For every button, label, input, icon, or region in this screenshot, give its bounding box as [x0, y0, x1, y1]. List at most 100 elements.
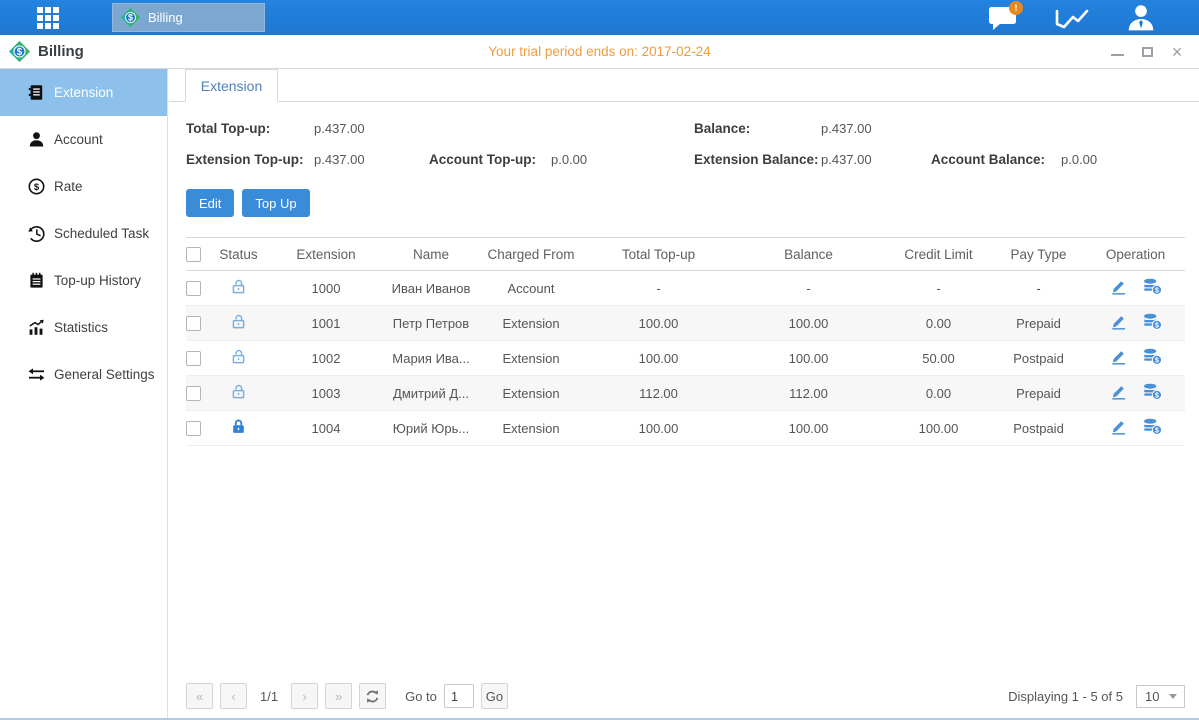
edit-row-button[interactable]: [1110, 383, 1127, 400]
page-indicator: 1/1: [254, 689, 284, 704]
edit-row-button[interactable]: [1110, 278, 1127, 295]
table-row[interactable]: 1003 Дмитрий Д... Extension 112.00 112.0…: [186, 376, 1185, 411]
status-lock-icon: [230, 383, 247, 400]
col-total-topup: Total Top-up: [586, 238, 731, 271]
pencil-icon: [1110, 348, 1127, 365]
sidebar-item-label: Statistics: [54, 320, 108, 335]
refresh-icon: [365, 689, 380, 704]
main-content: Extension Total Top-up: p.437.00 Balance…: [169, 69, 1199, 718]
sidebar-item-statistics[interactable]: Statistics: [0, 304, 167, 351]
topup-row-button[interactable]: $: [1143, 418, 1162, 435]
refresh-button[interactable]: [359, 683, 386, 709]
next-page-button[interactable]: ›: [291, 683, 318, 709]
topup-row-button[interactable]: $: [1143, 313, 1162, 330]
total-topup-cell: 100.00: [586, 411, 731, 446]
messages-icon[interactable]: !: [985, 4, 1021, 32]
col-operation: Operation: [1086, 238, 1185, 271]
topup-row-button[interactable]: $: [1143, 348, 1162, 365]
account-balance-value: p.0.00: [1061, 144, 1185, 175]
table-row[interactable]: 1002 Мария Ива... Extension 100.00 100.0…: [186, 341, 1185, 376]
tab-strip: Extension: [169, 69, 1199, 102]
taskbar-tab-billing[interactable]: $ Billing: [112, 3, 265, 32]
unlocked-icon: [230, 313, 247, 330]
prev-page-button[interactable]: ‹: [220, 683, 247, 709]
topup-row-button[interactable]: $: [1143, 383, 1162, 400]
extension-icon: [28, 84, 45, 101]
edit-row-button[interactable]: [1110, 348, 1127, 365]
balance-cell: 100.00: [731, 411, 886, 446]
svg-text:$: $: [1155, 427, 1159, 434]
table-row[interactable]: 1004 Юрий Юрь... Extension 100.00 100.00…: [186, 411, 1185, 446]
sidebar-item-topup-history[interactable]: Top-up History: [0, 257, 167, 304]
top-up-button[interactable]: Top Up: [242, 189, 309, 217]
extension-cell: 1004: [266, 411, 386, 446]
charged-from-cell: Extension: [476, 341, 586, 376]
coins-icon: $: [1143, 383, 1162, 400]
row-checkbox[interactable]: [186, 421, 201, 436]
person-icon: [1127, 4, 1155, 31]
monitor-chart-icon[interactable]: [1054, 4, 1090, 32]
apps-grid-icon[interactable]: [37, 7, 59, 29]
row-checkbox[interactable]: [186, 281, 201, 296]
balance-cell: 100.00: [731, 306, 886, 341]
billing-diamond-icon: $: [120, 7, 141, 28]
first-page-button[interactable]: «: [186, 683, 213, 709]
balance-label: Balance:: [694, 113, 821, 144]
status-lock-icon: [230, 348, 247, 365]
maximize-button[interactable]: [1139, 44, 1155, 60]
pay-type-cell: Prepaid: [991, 376, 1086, 411]
select-all-checkbox[interactable]: [186, 247, 201, 262]
sidebar: Extension Account $ Rate Scheduled Task: [0, 69, 168, 718]
edit-row-button[interactable]: [1110, 313, 1127, 330]
sidebar-item-general-settings[interactable]: General Settings: [0, 351, 167, 398]
credit-limit-cell: 0.00: [886, 306, 991, 341]
sidebar-item-label: General Settings: [54, 367, 155, 382]
page-size-value: 10: [1145, 689, 1159, 704]
pencil-icon: [1110, 383, 1127, 400]
extension-topup-value: p.437.00: [314, 144, 429, 175]
name-cell: Юрий Юрь...: [386, 411, 476, 446]
edit-row-button[interactable]: [1110, 418, 1127, 435]
charged-from-cell: Extension: [476, 376, 586, 411]
locked-icon: [230, 418, 247, 435]
topup-row-button[interactable]: $: [1143, 278, 1162, 295]
total-topup-value: p.437.00: [314, 113, 429, 144]
sidebar-item-extension[interactable]: Extension: [0, 69, 167, 116]
sidebar-item-account[interactable]: Account: [0, 116, 167, 163]
user-account-icon[interactable]: [1123, 4, 1159, 32]
unlocked-icon: [230, 348, 247, 365]
last-page-button[interactable]: »: [325, 683, 352, 709]
row-checkbox[interactable]: [186, 386, 201, 401]
table-row[interactable]: 1000 Иван Иванов Account - - - -: [186, 271, 1185, 306]
total-topup-cell: 112.00: [586, 376, 731, 411]
tab-extension[interactable]: Extension: [185, 69, 278, 102]
extension-balance-label: Extension Balance:: [694, 144, 821, 175]
col-charged-from: Charged From: [476, 238, 586, 271]
minimize-button[interactable]: [1109, 44, 1125, 60]
sidebar-item-rate[interactable]: $ Rate: [0, 163, 167, 210]
svg-text:$: $: [1155, 392, 1159, 399]
general-settings-icon: [28, 366, 45, 383]
balance-cell: -: [731, 271, 886, 306]
go-button[interactable]: Go: [481, 683, 508, 709]
col-extension: Extension: [266, 238, 386, 271]
topup-history-icon: [28, 272, 45, 289]
row-checkbox[interactable]: [186, 351, 201, 366]
extension-topup-label: Extension Top-up:: [186, 144, 314, 175]
balance-cell: 112.00: [731, 376, 886, 411]
taskbar-tab-label: Billing: [148, 10, 183, 25]
col-status: Status: [211, 238, 266, 271]
page-size-select[interactable]: 10: [1136, 685, 1185, 708]
pay-type-cell: Postpaid: [991, 341, 1086, 376]
sidebar-item-scheduled-task[interactable]: Scheduled Task: [0, 210, 167, 257]
notification-badge: !: [1009, 1, 1023, 15]
close-button[interactable]: ×: [1169, 44, 1185, 60]
table-row[interactable]: 1001 Петр Петров Extension 100.00 100.00…: [186, 306, 1185, 341]
row-checkbox[interactable]: [186, 316, 201, 331]
coins-icon: $: [1143, 313, 1162, 330]
edit-button[interactable]: Edit: [186, 189, 234, 217]
credit-limit-cell: -: [886, 271, 991, 306]
pay-type-cell: -: [991, 271, 1086, 306]
goto-page-input[interactable]: [444, 684, 474, 708]
col-balance: Balance: [731, 238, 886, 271]
